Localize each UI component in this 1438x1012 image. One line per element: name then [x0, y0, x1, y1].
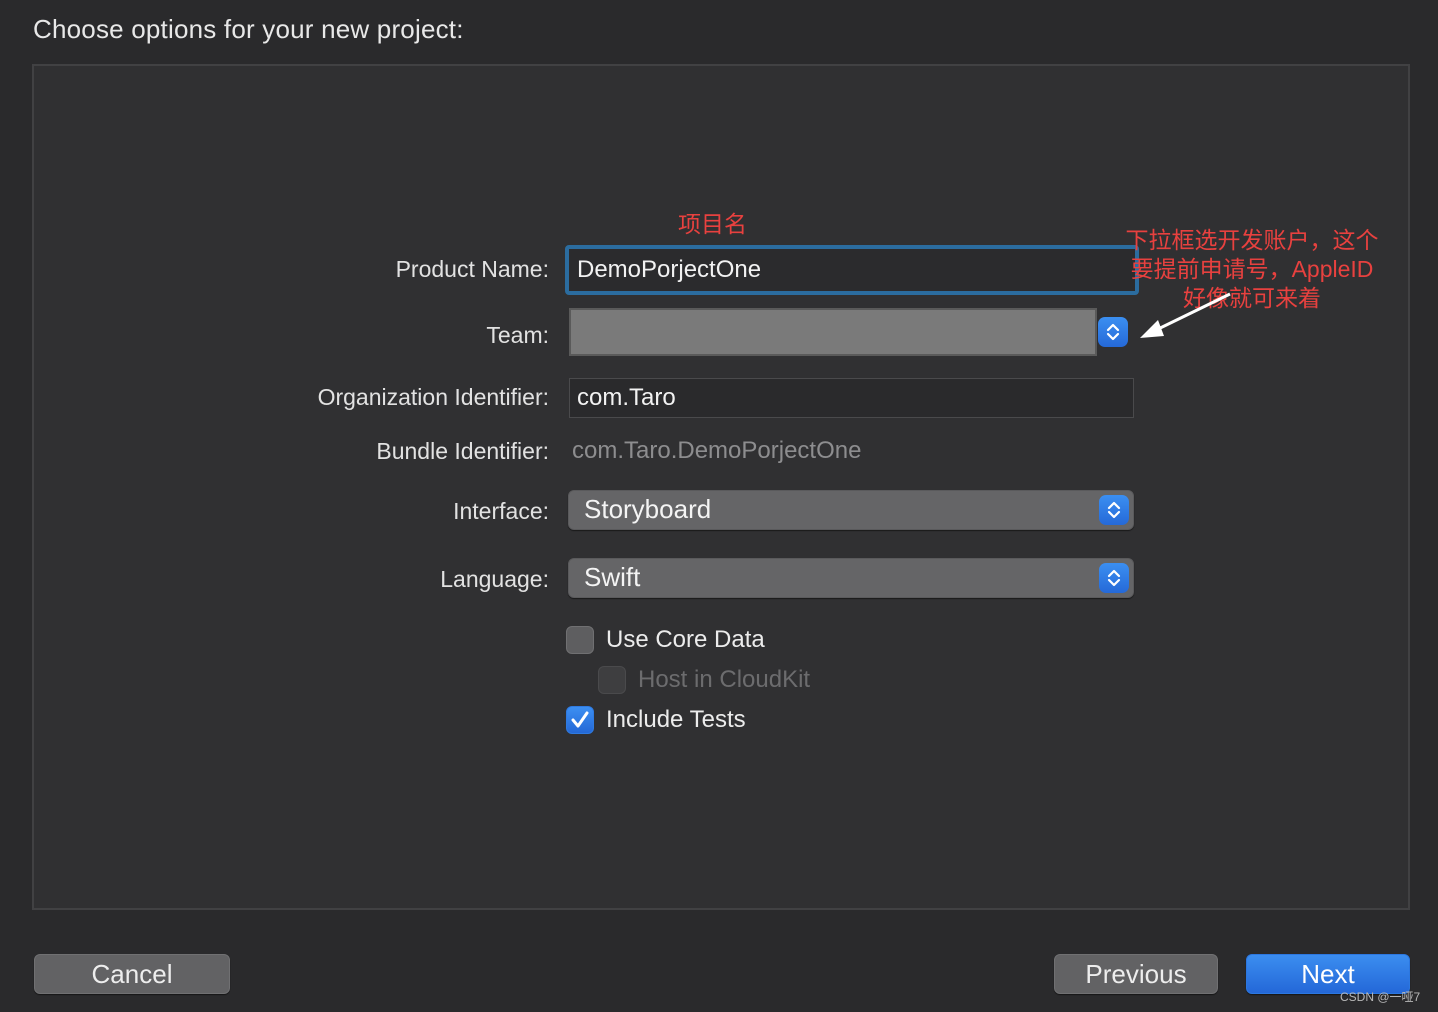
- include-tests-checkbox[interactable]: [566, 706, 594, 734]
- product-name-label: Product Name:: [395, 256, 549, 282]
- language-popup-value: Swift: [584, 562, 641, 592]
- bundle-identifier-value: com.Taro.DemoPorjectOne: [572, 437, 862, 464]
- include-tests-label[interactable]: Include Tests: [606, 706, 746, 734]
- chevron-up-down-icon: [1107, 569, 1121, 587]
- product-name-input[interactable]: DemoPorjectOne: [565, 245, 1139, 295]
- chevron-up-down-icon: [1107, 501, 1121, 519]
- bundle-identifier-label: Bundle Identifier:: [376, 438, 549, 464]
- chevron-up-down-icon: [1106, 323, 1120, 341]
- use-core-data-checkbox[interactable]: [566, 626, 594, 654]
- language-stepper[interactable]: [1099, 563, 1129, 593]
- host-in-cloudkit-checkbox[interactable]: [598, 666, 626, 694]
- previous-button[interactable]: Previous: [1054, 954, 1218, 994]
- team-annotation-line-1: 下拉框选开发账户，这个: [1125, 227, 1379, 253]
- interface-popup-value: Storyboard: [584, 494, 712, 524]
- options-panel: [32, 64, 1410, 910]
- organization-identifier-label: Organization Identifier:: [317, 384, 549, 410]
- interface-label: Interface:: [453, 498, 549, 524]
- interface-stepper[interactable]: [1099, 495, 1129, 525]
- new-project-options-page: Choose options for your new project: 项目名…: [0, 0, 1438, 1012]
- team-select[interactable]: [569, 308, 1097, 356]
- arrow-icon: [1140, 292, 1231, 338]
- cancel-button[interactable]: Cancel: [34, 954, 230, 994]
- language-popup[interactable]: Swift: [568, 558, 1134, 598]
- host-in-cloudkit-label: Host in CloudKit: [638, 666, 811, 693]
- checkmark-icon: [571, 711, 589, 728]
- use-core-data-label[interactable]: Use Core Data: [606, 626, 765, 654]
- interface-popup[interactable]: Storyboard: [568, 490, 1134, 530]
- organization-identifier-input[interactable]: com.Taro: [569, 378, 1134, 418]
- team-annotation-line-2: 要提前申请号，AppleID: [1130, 256, 1374, 282]
- team-stepper-button[interactable]: [1098, 317, 1128, 347]
- team-label: Team:: [486, 322, 549, 348]
- product-name-annotation: 项目名: [678, 211, 747, 237]
- page-title: Choose options for your new project:: [33, 14, 464, 44]
- language-label: Language:: [440, 566, 549, 592]
- watermark: CSDN @一哑7: [1340, 990, 1421, 1004]
